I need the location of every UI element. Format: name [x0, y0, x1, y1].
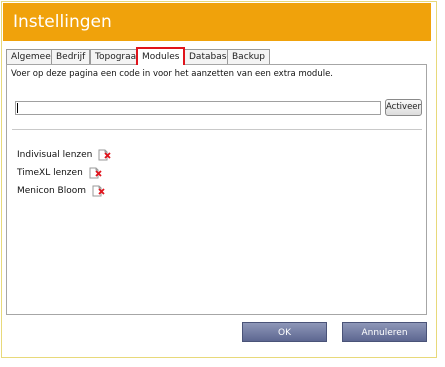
- delete-icon[interactable]: [98, 149, 112, 161]
- tab-modules[interactable]: Modules: [136, 47, 186, 65]
- tab-bedrijf[interactable]: Bedrijf: [51, 49, 91, 64]
- window-title: Instellingen: [13, 12, 112, 32]
- module-item: Indivisual lenzen: [17, 149, 112, 161]
- module-item: Menicon Bloom: [17, 185, 106, 197]
- delete-icon[interactable]: [92, 185, 106, 197]
- modules-panel: Voer op deze pagina een code in voor het…: [6, 64, 427, 315]
- title-bar: Instellingen: [3, 3, 431, 41]
- cancel-button[interactable]: Annuleren: [342, 322, 427, 342]
- module-name: Indivisual lenzen: [17, 150, 93, 160]
- divider: [12, 129, 422, 130]
- module-item: TimeXL lenzen: [17, 167, 103, 179]
- ok-button[interactable]: OK: [242, 322, 327, 342]
- module-name: TimeXL lenzen: [17, 168, 83, 178]
- instruction-text: Voer op deze pagina een code in voor het…: [11, 69, 333, 79]
- tab-backup[interactable]: Backup: [227, 49, 270, 64]
- module-code-input[interactable]: [15, 101, 381, 115]
- module-name: Menicon Bloom: [17, 186, 86, 196]
- text-caret: [17, 103, 18, 113]
- delete-icon[interactable]: [89, 167, 103, 179]
- activate-button[interactable]: Activeer: [385, 99, 422, 116]
